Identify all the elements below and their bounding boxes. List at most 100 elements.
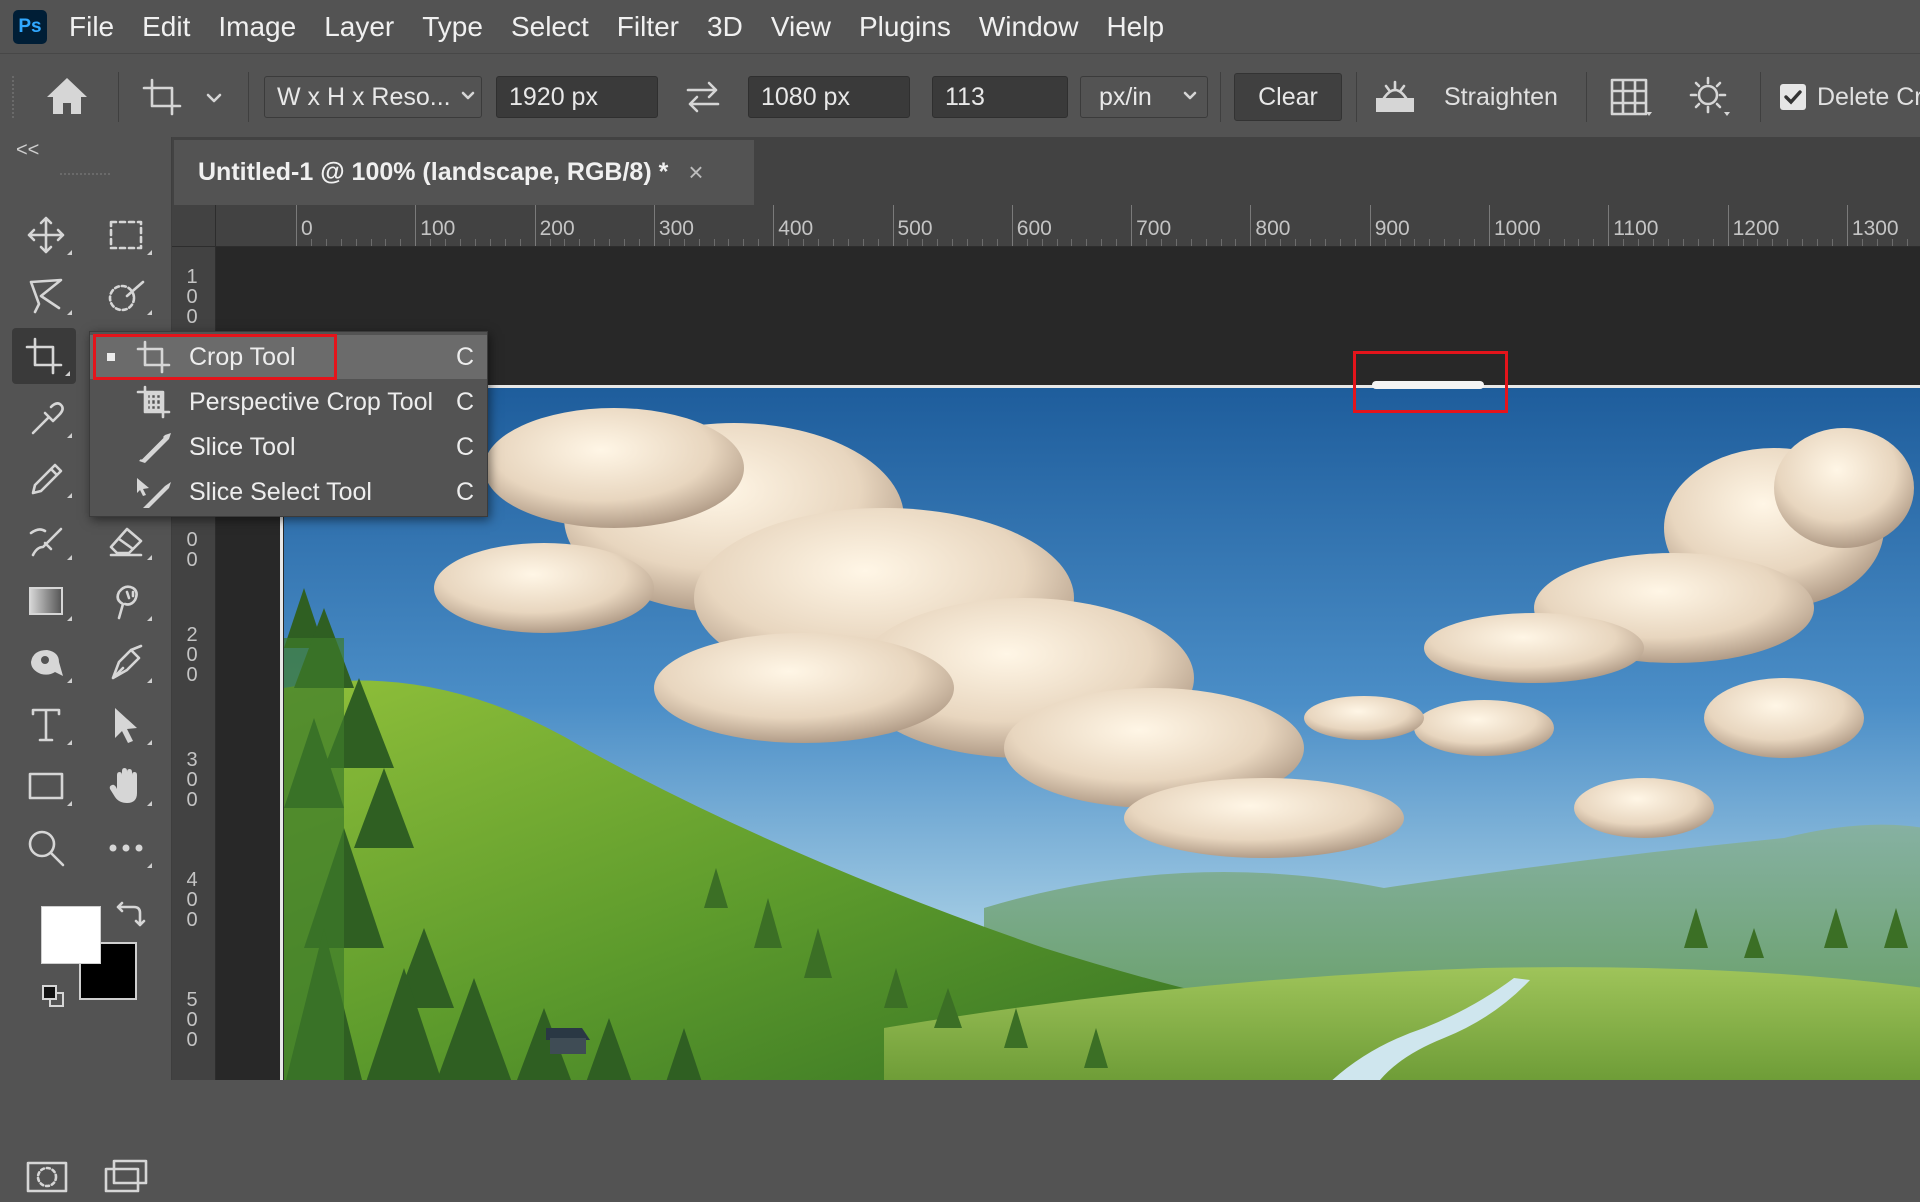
menu-3d[interactable]: 3D [707, 0, 743, 53]
home-icon [47, 78, 87, 114]
ruler-minor-tick [1876, 239, 1878, 246]
screen-mode-icon [104, 1159, 148, 1193]
straighten-button[interactable]: Straighten [1372, 76, 1562, 118]
flyout-label: Slice Tool [189, 433, 296, 461]
resolution-unit-value: px/in [1099, 83, 1152, 111]
default-colors-button[interactable] [40, 983, 66, 1009]
menu-filter[interactable]: Filter [617, 0, 679, 53]
home-button[interactable] [42, 74, 92, 120]
eraser-tool[interactable] [94, 512, 158, 568]
ruler-minor-tick [1593, 239, 1595, 246]
ruler-minor-tick [1101, 239, 1103, 246]
clone-stamp-tool[interactable] [14, 512, 78, 568]
zoom-tool[interactable] [14, 820, 78, 876]
ruler-tick [1369, 205, 1371, 246]
crop-tool[interactable] [12, 328, 76, 384]
ruler-minor-tick [922, 239, 924, 246]
clear-button[interactable]: Clear [1234, 73, 1342, 121]
gradient-tool[interactable] [14, 573, 78, 629]
ruler-label: 2 0 0 [186, 624, 198, 686]
ruler-minor-tick [1175, 239, 1177, 246]
foreground-color-swatch[interactable] [41, 906, 101, 964]
ruler-minor-tick [370, 239, 372, 246]
height-input[interactable]: 1080 px [748, 76, 910, 118]
ruler-tick [1846, 205, 1848, 246]
tool-preset-picker[interactable] [140, 74, 230, 120]
ruler-minor-tick [579, 239, 581, 246]
ruler-label: 300 [658, 217, 694, 240]
delete-cropped-checkbox[interactable] [1780, 84, 1806, 110]
ruler-minor-tick [325, 239, 327, 246]
menu-type[interactable]: Type [422, 0, 483, 53]
ruler-minor-tick [474, 239, 476, 246]
crop-handle-highlight-box [1353, 351, 1508, 413]
swap-colors-button[interactable] [114, 899, 146, 931]
straighten-icon [1376, 80, 1414, 112]
gradient-icon [29, 587, 63, 615]
ruler-minor-tick [668, 239, 670, 246]
rectangle-tool[interactable] [14, 758, 78, 814]
width-input[interactable]: 1920 px [496, 76, 658, 118]
hand-tool[interactable] [94, 758, 158, 814]
lasso-tool[interactable] [14, 267, 78, 323]
eyedropper-tool[interactable] [14, 390, 78, 446]
collapse-panel-button[interactable]: << [16, 139, 39, 162]
ruler-minor-tick [1787, 239, 1789, 246]
swap-dimensions-button[interactable] [682, 76, 724, 118]
dodge-tool[interactable] [14, 635, 78, 691]
slice-select-icon [137, 478, 171, 508]
type-tool[interactable] [14, 697, 78, 753]
menu-view[interactable]: View [771, 0, 831, 53]
ruler-minor-tick [1399, 239, 1401, 246]
brush-tool[interactable] [14, 450, 78, 506]
ruler-minor-tick [1712, 239, 1714, 246]
menu-select[interactable]: Select [511, 0, 589, 53]
marquee-tool[interactable] [94, 207, 158, 263]
ruler-minor-tick [937, 239, 939, 246]
flyout-item-perspective-crop-tool[interactable]: Perspective Crop Tool C [90, 380, 487, 424]
menu-layer[interactable]: Layer [324, 0, 394, 53]
close-tab-button[interactable]: × [688, 157, 703, 188]
menu-file[interactable]: File [69, 0, 114, 53]
ruler-minor-tick [1295, 239, 1297, 246]
smudge-icon [116, 585, 138, 620]
crop-settings-button[interactable] [1684, 74, 1734, 120]
resolution-unit-dropdown[interactable]: px/in [1080, 76, 1208, 118]
document-tab[interactable]: Untitled-1 @ 100% (landscape, RGB/8) * × [174, 140, 754, 205]
quick-mask-button[interactable] [22, 1157, 72, 1197]
ruler-minor-tick [713, 239, 715, 246]
overlay-options-button[interactable] [1606, 74, 1656, 120]
menu-help[interactable]: Help [1106, 0, 1164, 53]
landscape-image[interactable] [284, 388, 1920, 1080]
smudge-tool[interactable] [94, 573, 158, 629]
quick-selection-icon [108, 280, 145, 312]
ruler-label: 1000 [1494, 217, 1541, 240]
menu-image[interactable]: Image [218, 0, 296, 53]
menu-edit[interactable]: Edit [142, 0, 190, 53]
flyout-item-slice-select-tool[interactable]: Slice Select Tool C [90, 470, 487, 514]
ratio-preset-dropdown[interactable]: W x H x Reso... [264, 76, 482, 118]
ruler-minor-tick [1563, 239, 1565, 246]
resolution-input[interactable]: 113 [932, 76, 1068, 118]
ruler-minor-tick [758, 239, 760, 246]
ruler-minor-tick [1653, 239, 1655, 246]
delete-cropped-label: Delete Cr [1817, 83, 1920, 111]
flyout-item-slice-tool[interactable]: Slice Tool C [90, 425, 487, 469]
ruler-origin[interactable] [172, 205, 216, 247]
pencil-icon [31, 463, 63, 495]
path-selection-tool[interactable] [94, 697, 158, 753]
quick-selection-tool[interactable] [94, 267, 158, 323]
pen-tool[interactable] [94, 635, 158, 691]
move-tool[interactable] [14, 207, 78, 263]
menu-window[interactable]: Window [979, 0, 1079, 53]
ruler-minor-tick [698, 239, 700, 246]
crop-boundary-top[interactable] [284, 385, 1920, 388]
flyout-shortcut: C [456, 343, 475, 371]
ruler-minor-tick [1160, 239, 1162, 246]
ruler-minor-tick [1444, 239, 1446, 246]
menu-plugins[interactable]: Plugins [859, 0, 951, 53]
more-tools-button[interactable] [94, 820, 158, 876]
screen-mode-button[interactable] [100, 1157, 154, 1197]
options-bar: W x H x Reso... 1920 px 1080 px 113 px/i… [0, 53, 1920, 137]
horizontal-ruler[interactable]: 0 100 200 300 400 500 600 700 800 900 1000 1100 1200… [216, 205, 1920, 247]
